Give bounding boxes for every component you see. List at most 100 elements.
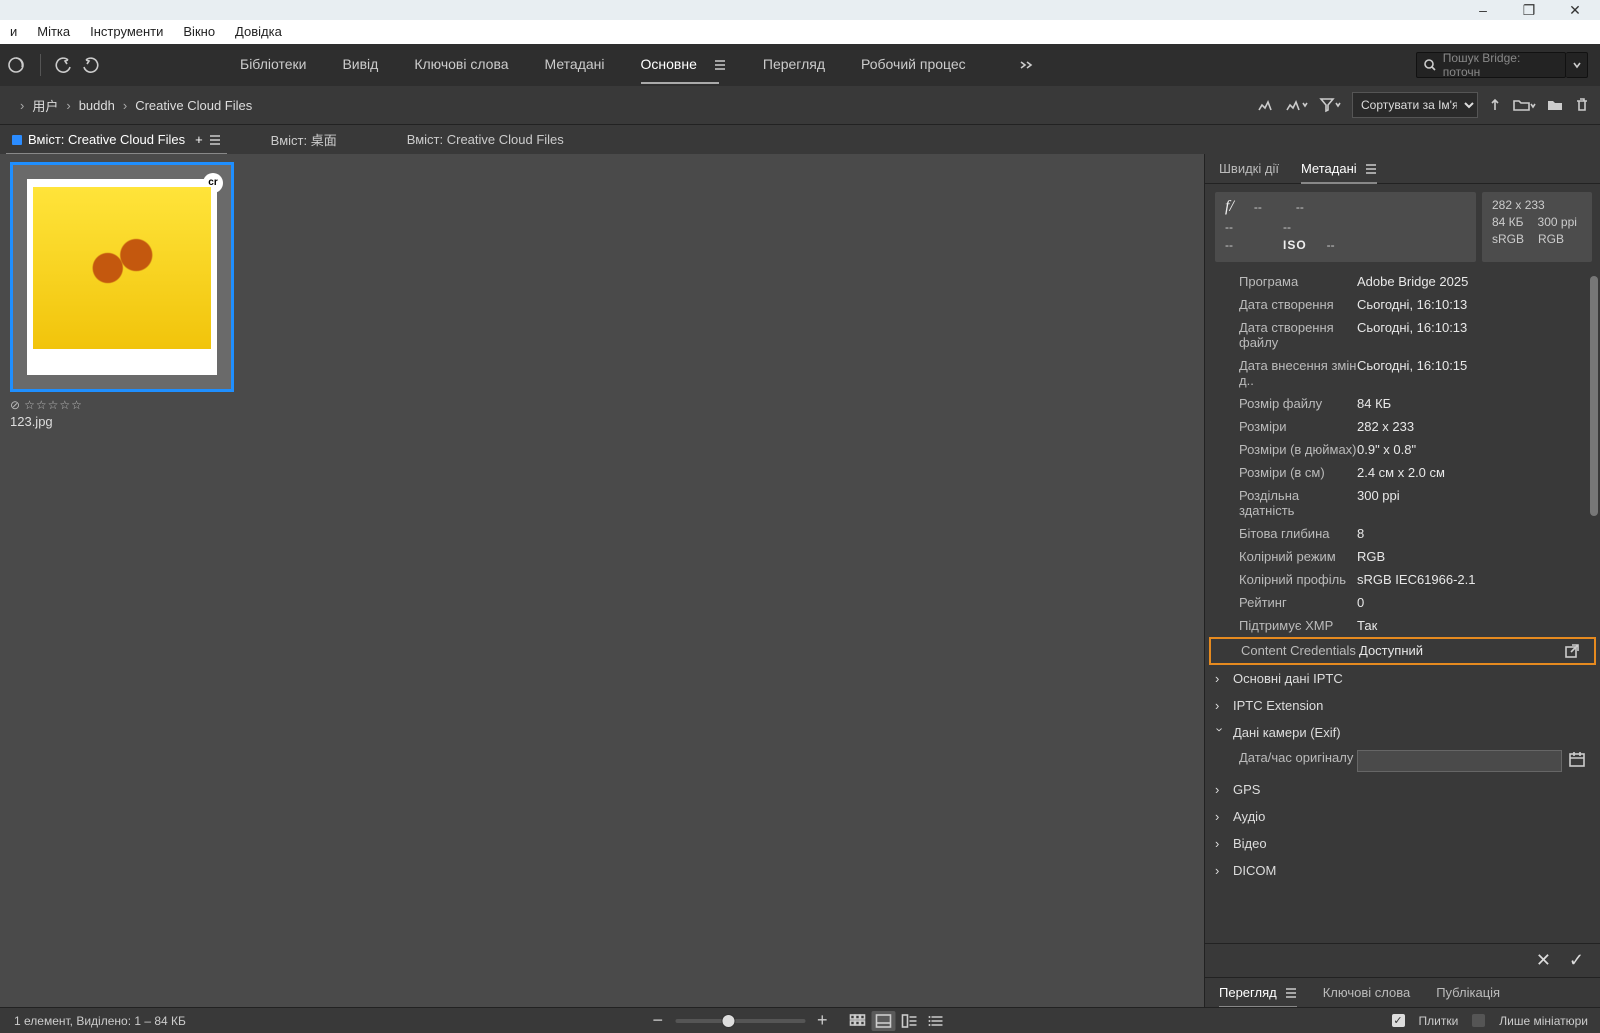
calendar-icon[interactable] — [1568, 750, 1586, 772]
workspace-tab[interactable]: Ключові слова — [414, 56, 508, 74]
apply-metadata-icon[interactable]: ✓ — [1569, 950, 1584, 971]
breadcrumb[interactable]: 用户 — [32, 96, 58, 115]
metadata-value: 300 ppi — [1357, 488, 1586, 518]
chevron-right-icon: › — [123, 98, 127, 113]
metadata-section[interactable]: ›Дані камери (Exif) — [1205, 719, 1600, 746]
view-grid-icon[interactable] — [846, 1011, 870, 1031]
sort-dropdown[interactable]: Сортувати за Ім'я ф… — [1352, 92, 1478, 118]
thumbnail-quality-icon[interactable] — [1256, 97, 1274, 113]
external-link-icon[interactable] — [1564, 643, 1580, 659]
menu-item[interactable]: Інструменти — [80, 20, 173, 44]
panel-tab-preview[interactable]: Перегляд — [1219, 978, 1277, 1008]
workspace-tab[interactable]: Перегляд — [763, 56, 825, 74]
metadata-row: ПрограмаAdobe Bridge 2025 — [1205, 270, 1600, 293]
breadcrumb-root-icon[interactable]: › — [20, 98, 24, 113]
undo-icon[interactable] — [55, 56, 73, 74]
thumbnail-quality-dropdown-icon[interactable] — [1284, 97, 1308, 113]
workspace-tab[interactable]: Бібліотеки — [240, 56, 306, 74]
metadata-section[interactable]: ›IPTC Extension — [1205, 692, 1600, 719]
search-placeholder: Пошук Bridge: поточн — [1443, 51, 1559, 79]
metadata-row: Розмір файлу84 КБ — [1205, 392, 1600, 415]
panel-tab-quick-actions[interactable]: Швидкі дії — [1219, 154, 1279, 184]
workspace-tab[interactable]: Вивід — [342, 56, 378, 74]
metadata-section[interactable]: ›GPS — [1205, 776, 1600, 803]
redo-icon[interactable] — [81, 56, 99, 74]
cancel-metadata-icon[interactable]: ✕ — [1536, 950, 1551, 971]
summary-colorspace: sRGB — [1492, 232, 1524, 246]
content-tab[interactable]: Вміст: Creative Cloud Files — [401, 125, 570, 155]
metadata-value: Сьогодні, 16:10:15 — [1357, 358, 1586, 388]
metadata-section[interactable]: ›Аудіо — [1205, 803, 1600, 830]
open-recent-icon[interactable] — [1512, 96, 1536, 114]
filter-icon[interactable] — [1318, 96, 1342, 114]
slider-knob[interactable] — [721, 1014, 735, 1028]
search-input[interactable]: Пошук Bridge: поточн — [1416, 52, 1566, 78]
metadata-section[interactable]: ›Основні дані IPTC — [1205, 665, 1600, 692]
menu-item[interactable]: Довідка — [225, 20, 292, 44]
add-tab-icon[interactable]: + — [195, 132, 203, 147]
search-dropdown[interactable] — [1566, 52, 1588, 78]
workspace-menu-icon[interactable] — [713, 58, 727, 72]
metadata-value: RGB — [1357, 549, 1586, 564]
breadcrumb[interactable]: buddh — [79, 98, 115, 113]
window-close[interactable]: ✕ — [1552, 0, 1598, 20]
metadata-list[interactable]: ПрограмаAdobe Bridge 2025Дата створенняС… — [1205, 270, 1600, 943]
view-list-icon[interactable] — [924, 1011, 948, 1031]
workspace-tab[interactable]: Робочий процес — [861, 56, 966, 74]
view-details-icon[interactable] — [898, 1011, 922, 1031]
tab-menu-icon[interactable] — [209, 134, 221, 146]
menu-bar: и Мітка Інструменти Вікно Довідка — [0, 20, 1600, 44]
sort-ascending-icon[interactable] — [1488, 97, 1502, 113]
title-bar: – ❐ ✕ — [0, 0, 1600, 20]
metadata-row: Розміри282 x 233 — [1205, 415, 1600, 438]
new-folder-icon[interactable] — [1546, 97, 1564, 113]
workspace-tab[interactable]: Метадані — [545, 56, 605, 74]
thumbs-only-label: Лише мініатюри — [1499, 1014, 1588, 1028]
metadata-key: Підтримує XMP — [1239, 618, 1357, 633]
metadata-key: Бітова глибина — [1239, 526, 1357, 541]
panel-tab-metadata[interactable]: Метадані — [1301, 154, 1357, 184]
panel-menu-icon[interactable] — [1285, 987, 1297, 999]
panel-menu-icon[interactable] — [1365, 163, 1377, 175]
content-tab[interactable]: Вміст: 桌面 — [265, 125, 343, 155]
metadata-key: Content Credentials — [1241, 643, 1359, 659]
metadata-value: 282 x 233 — [1357, 419, 1586, 434]
summary-ppi: 300 ppi — [1538, 215, 1577, 229]
metadata-row: Розміри (в дюймах)0.9" x 0.8" — [1205, 438, 1600, 461]
metadata-row: Підтримує XMPТак — [1205, 614, 1600, 637]
content-area[interactable]: cr ⊘ ☆☆☆☆☆ 123.jpg — [0, 154, 1204, 1007]
metadata-key: Розміри (в см) — [1239, 465, 1357, 480]
breadcrumb[interactable]: Creative Cloud Files — [135, 98, 252, 113]
reject-icon[interactable]: ⊘ — [10, 398, 20, 412]
window-minimize[interactable]: – — [1460, 0, 1506, 20]
metadata-key: Програма — [1239, 274, 1357, 289]
menu-item[interactable]: и — [0, 20, 27, 44]
datetime-original-input[interactable] — [1357, 750, 1562, 772]
tiles-checkbox[interactable]: ✓ — [1392, 1014, 1405, 1027]
panel-tab-keywords[interactable]: Ключові слова — [1323, 978, 1410, 1008]
rating-stars[interactable]: ☆☆☆☆☆ — [24, 398, 83, 412]
workspace-tab-active[interactable]: Основне — [641, 56, 697, 74]
summary-mode: RGB — [1538, 232, 1564, 246]
workspace-overflow-icon[interactable] — [1018, 58, 1036, 72]
thumbs-only-checkbox[interactable] — [1472, 1014, 1485, 1027]
metadata-section[interactable]: ›Відео — [1205, 830, 1600, 857]
trash-icon[interactable] — [1574, 96, 1590, 114]
metadata-value: 8 — [1357, 526, 1586, 541]
metadata-section[interactable]: ›DICOM — [1205, 857, 1600, 884]
scrollbar-thumb[interactable] — [1590, 276, 1598, 516]
panel-tab-publish[interactable]: Публікація — [1436, 978, 1500, 1008]
zoom-out-icon[interactable]: − — [652, 1010, 663, 1031]
menu-item[interactable]: Мітка — [27, 20, 80, 44]
window-maximize[interactable]: ❐ — [1506, 0, 1552, 20]
thumbnail-size-slider[interactable] — [675, 1019, 805, 1023]
metadata-row: Розміри (в см)2.4 см x 2.0 см — [1205, 461, 1600, 484]
metadata-key: Дата створення файлу — [1239, 320, 1357, 350]
thumbnail[interactable]: cr ⊘ ☆☆☆☆☆ 123.jpg — [10, 162, 234, 429]
metadata-key: Роздільна здатність — [1239, 488, 1357, 518]
content-tab-color-icon — [12, 135, 22, 145]
content-tab[interactable]: Вміст: Creative Cloud Files + — [6, 125, 227, 155]
zoom-in-icon[interactable]: + — [817, 1010, 828, 1031]
menu-item[interactable]: Вікно — [173, 20, 225, 44]
view-thumbnail-icon[interactable] — [872, 1011, 896, 1031]
